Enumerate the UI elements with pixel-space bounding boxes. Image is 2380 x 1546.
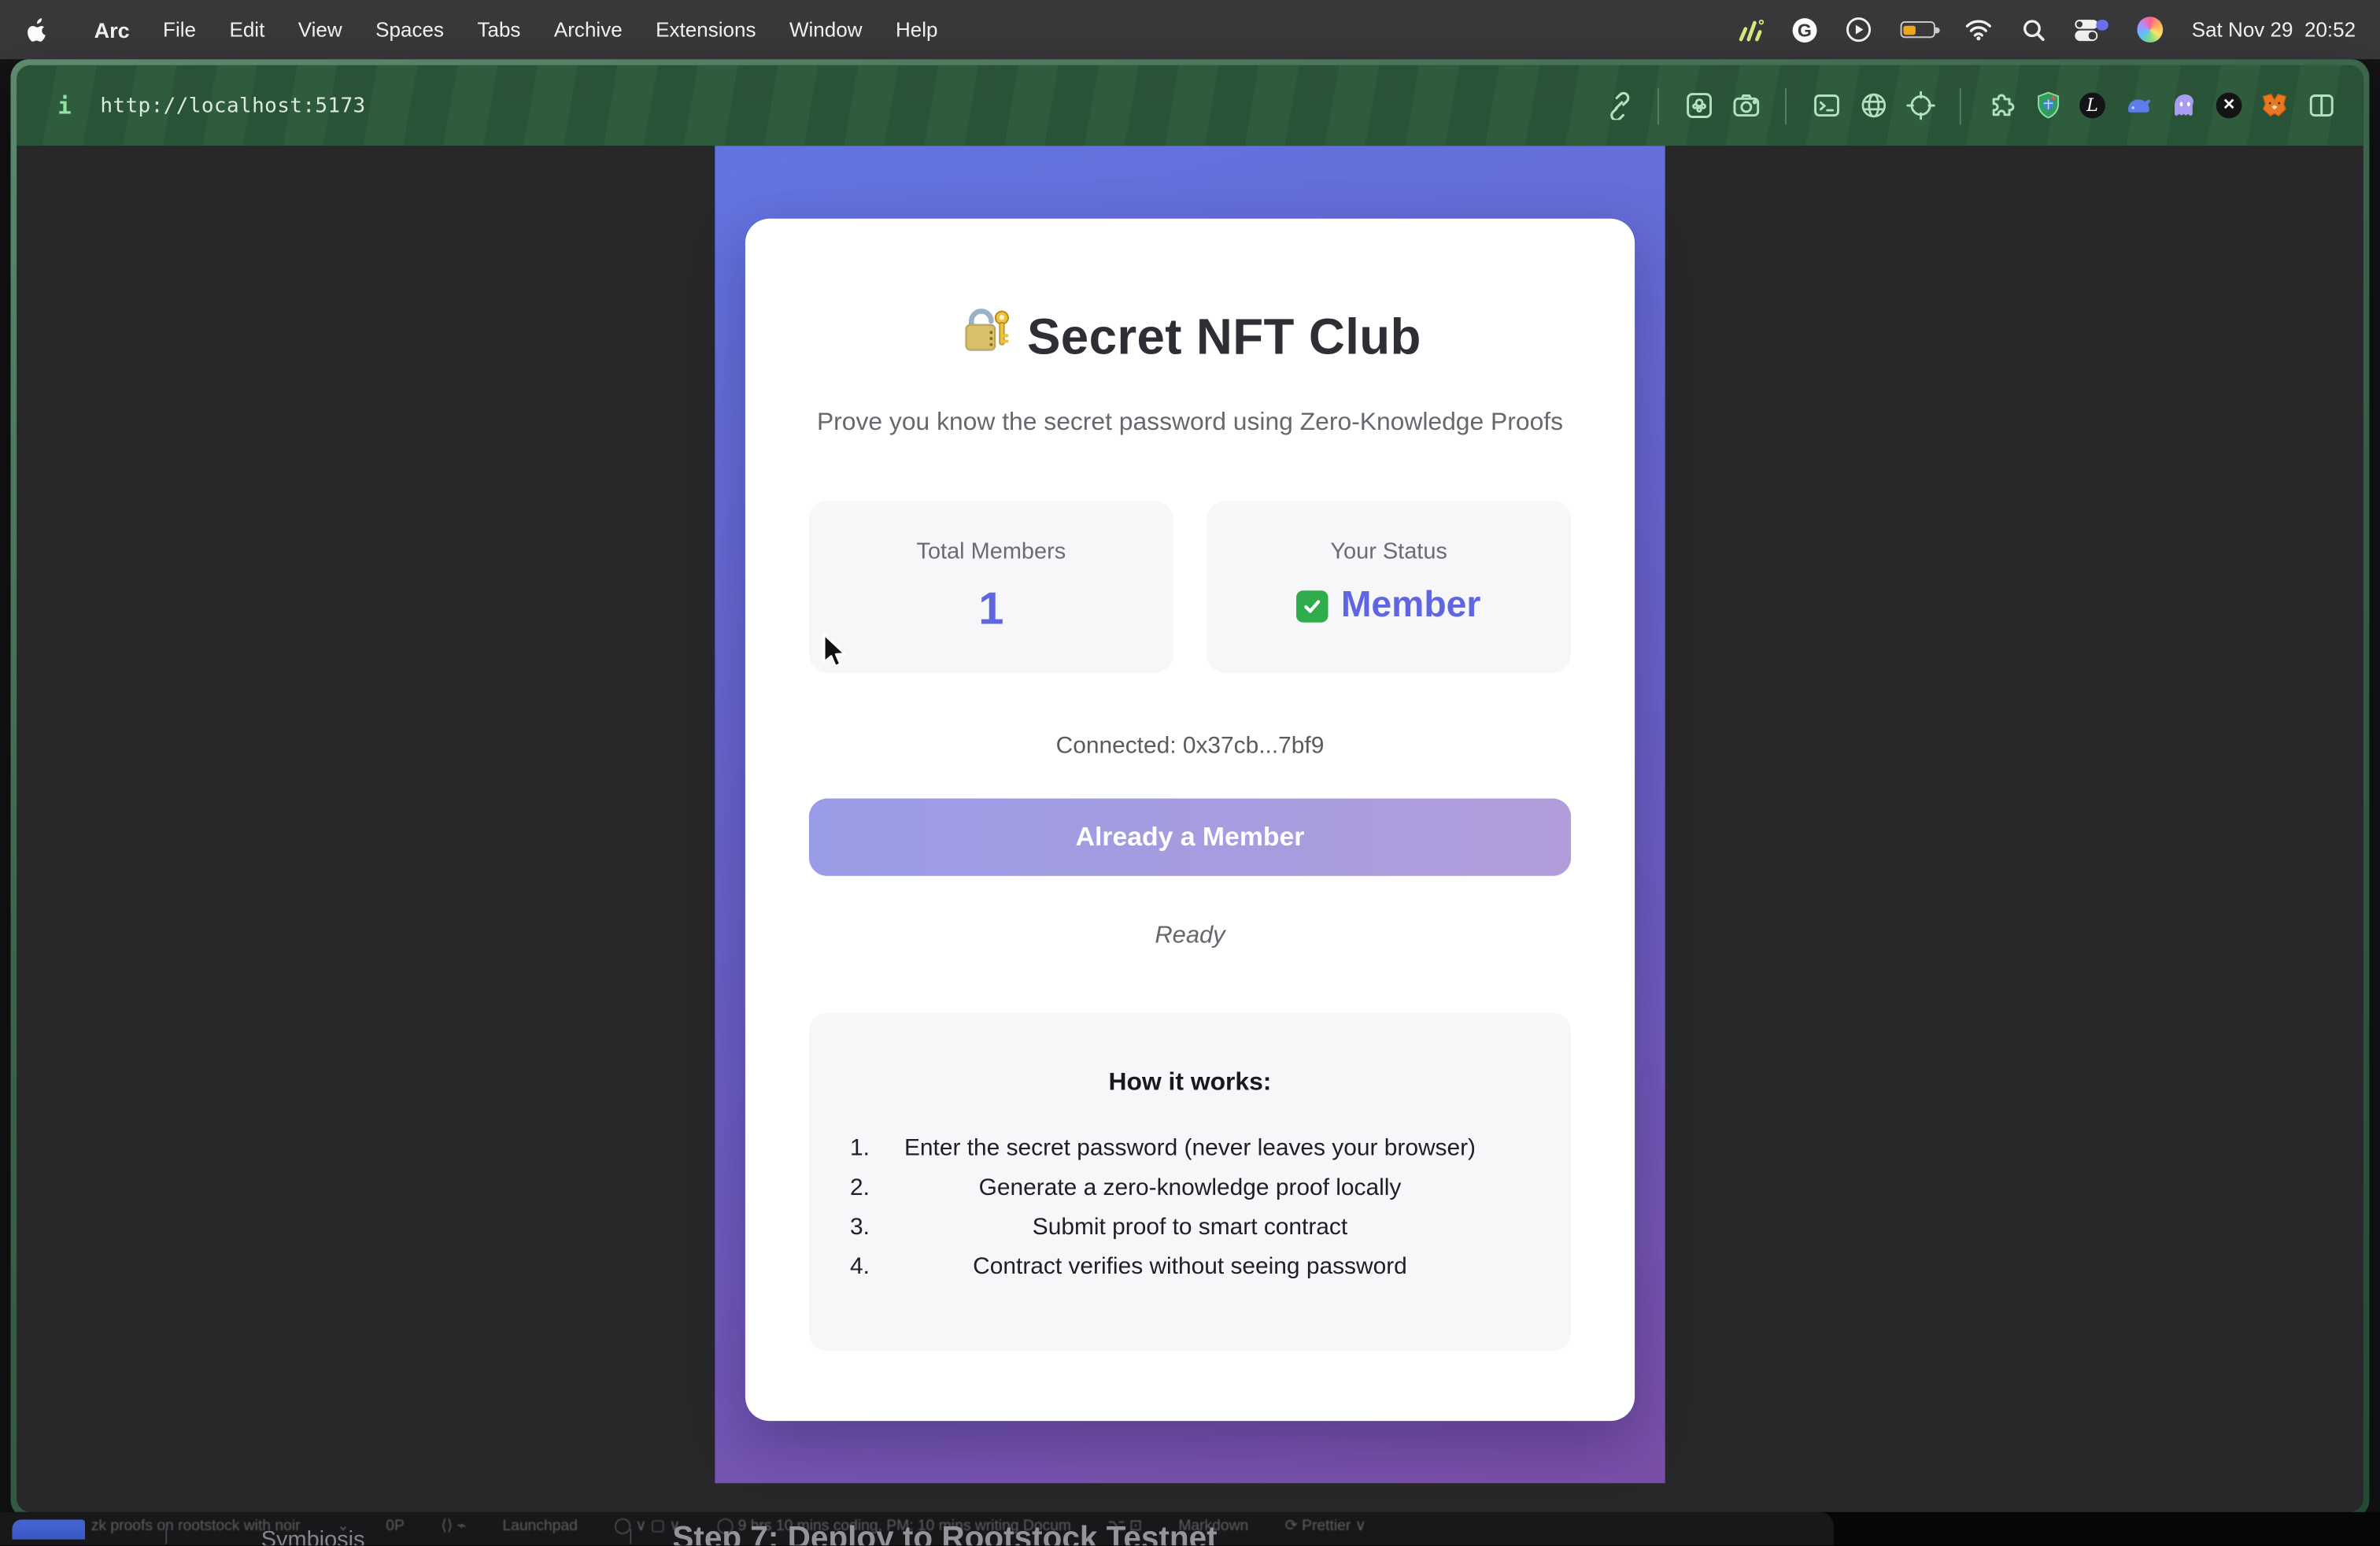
- metamask-fox-icon[interactable]: [2259, 91, 2289, 121]
- list-item: 3.Submit proof to smart contract: [824, 1208, 1556, 1248]
- battery-icon[interactable]: [1900, 21, 1935, 38]
- globe-icon[interactable]: [1858, 91, 1889, 121]
- screen: Arc File Edit View Spaces Tabs Archive E…: [0, 0, 2380, 1545]
- stat-value: 1: [818, 584, 1164, 636]
- list-item: 2.Generate a zero-knowledge proof locall…: [824, 1169, 1556, 1208]
- how-it-works-list: 1.Enter the secret password (never leave…: [824, 1130, 1556, 1288]
- page-info-icon[interactable]: i: [57, 92, 71, 120]
- picker-crosshair-icon[interactable]: [1905, 91, 1935, 121]
- menu-item-tabs[interactable]: Tabs: [477, 18, 520, 41]
- rabby-wallet-icon[interactable]: [2122, 91, 2153, 121]
- apple-menu-icon[interactable]: [24, 16, 47, 43]
- privacy-shield-icon[interactable]: [2032, 91, 2063, 121]
- stocks-menubar-icon[interactable]: [1736, 14, 1764, 45]
- menu-item-extensions[interactable]: Extensions: [656, 18, 756, 41]
- already-a-member-button[interactable]: Already a Member: [809, 798, 1571, 875]
- stat-label: Your Status: [1216, 539, 1562, 565]
- browser-window: i http://localhost:5173: [10, 59, 2369, 1518]
- how-it-works-box: How it works: 1.Enter the secret passwor…: [809, 1012, 1571, 1351]
- split-view-icon[interactable]: [2305, 91, 2336, 121]
- play-circle-icon[interactable]: [1846, 14, 1872, 45]
- list-item: 4.Contract verifies without seeing passw…: [824, 1248, 1556, 1287]
- total-members-stat: Total Members 1: [809, 501, 1173, 672]
- copy-link-icon[interactable]: [1603, 91, 1634, 121]
- vscode-remote-chip: [12, 1519, 85, 1539]
- page-title: Secret NFT Club: [809, 305, 1571, 368]
- browser-toolbar: i http://localhost:5173: [17, 65, 2363, 146]
- menubar-clock[interactable]: Sat Nov 29 20:52: [2192, 18, 2356, 41]
- media-icon[interactable]: [1683, 91, 1714, 121]
- stats-row: Total Members 1 Your Status Member: [809, 501, 1571, 672]
- control-center-icon[interactable]: [2075, 17, 2108, 42]
- screenshot-camera-icon[interactable]: [1731, 91, 1761, 121]
- connected-address: Connected: 0x37cb...7bf9: [809, 733, 1571, 760]
- list-item: 1.Enter the secret password (never leave…: [824, 1130, 1556, 1169]
- how-it-works-heading: How it works:: [824, 1069, 1556, 1098]
- locked-with-key-emoji: [959, 305, 1011, 368]
- your-status-stat: Your Status Member: [1207, 501, 1571, 672]
- macos-menu-bar: Arc File Edit View Spaces Tabs Archive E…: [0, 0, 2380, 59]
- check-mark-button-emoji: [1297, 590, 1329, 622]
- grammarly-icon[interactable]: G: [1792, 17, 1816, 42]
- siri-icon[interactable]: [2137, 17, 2163, 43]
- background-windows-strip: zk proofs on rootstock with noir ⌄ 0P ⟨⟩…: [0, 1512, 2380, 1545]
- divider: [630, 1529, 631, 1544]
- doc-heading: Step 7: Deploy to Rootstock Testnet: [672, 1521, 1217, 1545]
- menu-item-spaces[interactable]: Spaces: [375, 18, 444, 41]
- stat-value: Member: [1216, 584, 1562, 627]
- x-extension-icon[interactable]: ✕: [2216, 93, 2242, 119]
- extensions-puzzle-icon[interactable]: [1986, 91, 2016, 121]
- menu-item-file[interactable]: File: [163, 18, 196, 41]
- stat-label: Total Members: [818, 539, 1164, 565]
- menu-item-archive[interactable]: Archive: [554, 18, 623, 41]
- terminal-icon[interactable]: [1811, 91, 1842, 121]
- menu-item-edit[interactable]: Edit: [229, 18, 264, 41]
- divider: [165, 1529, 167, 1544]
- url-bar[interactable]: http://localhost:5173: [100, 94, 365, 118]
- mouse-cursor: [821, 633, 848, 672]
- doc-sidebar-item: Symbiosis: [261, 1527, 365, 1545]
- spotlight-search-icon[interactable]: [2022, 14, 2046, 45]
- status-text: Ready: [809, 923, 1571, 951]
- phantom-wallet-icon[interactable]: [2169, 91, 2200, 121]
- page-viewport: Secret NFT Club Prove you know the secre…: [17, 146, 2363, 1512]
- menu-item-arc[interactable]: Arc: [94, 17, 130, 42]
- loom-icon[interactable]: L: [2079, 93, 2105, 119]
- menu-item-help[interactable]: Help: [896, 18, 938, 41]
- menu-item-window[interactable]: Window: [789, 18, 863, 41]
- secret-nft-club-card: Secret NFT Club Prove you know the secre…: [745, 219, 1635, 1421]
- menu-item-view[interactable]: View: [298, 18, 342, 41]
- page-subtitle: Prove you know the secret password using…: [809, 409, 1571, 438]
- wifi-icon[interactable]: [1964, 14, 1993, 45]
